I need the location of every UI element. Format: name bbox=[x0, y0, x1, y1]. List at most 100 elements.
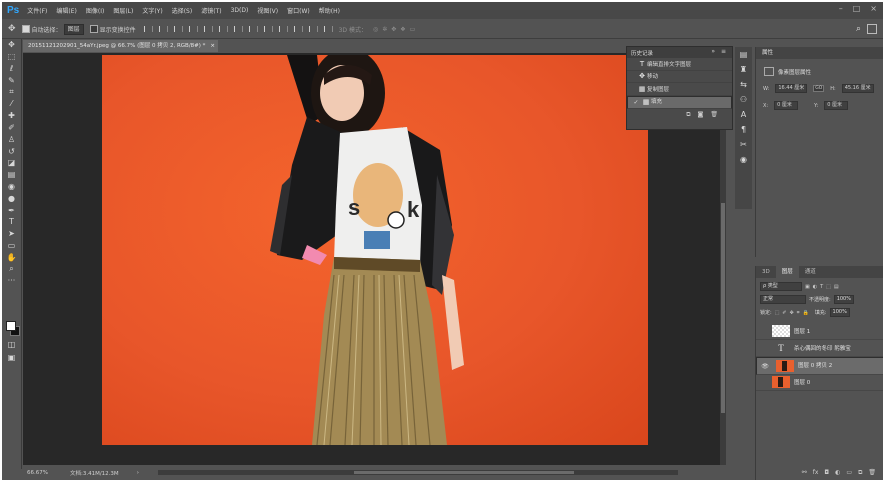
tab-channels[interactable]: 通道 bbox=[799, 266, 822, 278]
layer-row-selected[interactable]: 👁 图层 0 拷贝 2 bbox=[756, 357, 883, 375]
menu-type[interactable]: 文字(Y) bbox=[142, 6, 162, 15]
layer-filter-dropdown[interactable]: ρ 类型 bbox=[760, 282, 802, 291]
distribute-right-icon[interactable] bbox=[308, 26, 318, 32]
menu-layer[interactable]: 图层(L) bbox=[113, 6, 133, 15]
move-tool-icon[interactable]: ✥ bbox=[2, 39, 21, 51]
trash-icon[interactable]: 🗑 bbox=[710, 111, 718, 118]
align-top-icon[interactable] bbox=[143, 26, 153, 32]
layer-row[interactable]: T 杀心偶回的冬印 躬雅宝 bbox=[756, 340, 883, 357]
add-mask-icon[interactable]: ◘ bbox=[824, 469, 829, 476]
document-close-icon[interactable]: × bbox=[210, 40, 215, 52]
menu-select[interactable]: 选择(S) bbox=[172, 6, 193, 15]
width-field[interactable]: 16.44 厘米 bbox=[775, 84, 808, 93]
minimize-button[interactable]: – bbox=[839, 4, 843, 13]
history-brush-icon[interactable]: ↺ bbox=[2, 145, 21, 157]
layer-name[interactable]: 图层 0 拷贝 2 bbox=[798, 362, 832, 371]
history-item[interactable]: ✥ 移动 bbox=[627, 71, 732, 83]
new-group-icon[interactable]: ▭ bbox=[846, 469, 852, 476]
canvas-area[interactable]: s k bbox=[23, 53, 726, 465]
stamp-tool-icon[interactable]: ♙ bbox=[2, 133, 21, 145]
link-icon[interactable]: GO bbox=[813, 85, 825, 92]
align-left-icon[interactable] bbox=[188, 26, 198, 32]
paragraph-icon[interactable]: ¶ bbox=[735, 122, 752, 137]
auto-align-icon[interactable] bbox=[323, 26, 333, 32]
layer-row[interactable]: 图层 1 bbox=[756, 323, 883, 340]
align-bottom-icon[interactable] bbox=[173, 26, 183, 32]
tab-3d[interactable]: 3D bbox=[756, 266, 776, 278]
horizontal-scroll-thumb[interactable] bbox=[354, 471, 574, 474]
document-image[interactable]: s k bbox=[102, 55, 648, 445]
clone-source-icon[interactable]: ⚇ bbox=[735, 92, 752, 107]
auto-select-option[interactable]: 自动选择： 图层 bbox=[21, 23, 84, 35]
lock-icons[interactable]: ⬚✐✥⌗🔒 bbox=[775, 310, 812, 316]
distribute-top-icon[interactable] bbox=[233, 26, 243, 32]
fx-icon[interactable]: fx bbox=[813, 469, 819, 476]
search-icon[interactable]: ⌕ bbox=[856, 24, 861, 34]
menu-3d[interactable]: 3D(D) bbox=[231, 7, 249, 14]
adjustment-layer-icon[interactable]: ◐ bbox=[835, 469, 840, 476]
menu-file[interactable]: 文件(F) bbox=[27, 6, 47, 15]
vertical-scroll-thumb[interactable] bbox=[721, 203, 725, 413]
quick-mask-icon[interactable]: ◫ bbox=[2, 339, 21, 351]
dodge-tool-icon[interactable]: ● bbox=[2, 192, 21, 204]
show-transform-option[interactable]: 显示变换控件 bbox=[89, 25, 136, 34]
menu-window[interactable]: 窗口(W) bbox=[287, 6, 310, 15]
zoom-tool-icon[interactable]: ⌕ bbox=[2, 263, 21, 275]
align-hcenter-icon[interactable] bbox=[203, 26, 213, 32]
document-tab[interactable]: 201511212029​01_54aYr.jpeg @ 66.7% (图层 0… bbox=[23, 40, 218, 52]
distribute-bottom-icon[interactable] bbox=[263, 26, 273, 32]
align-right-icon[interactable] bbox=[218, 26, 228, 32]
eyedropper-tool-icon[interactable]: ⁄ bbox=[2, 98, 21, 110]
new-layer-icon[interactable]: ⧉ bbox=[858, 469, 862, 477]
link-layers-icon[interactable]: ⚯ bbox=[802, 469, 807, 476]
show-transform-checkbox[interactable] bbox=[89, 25, 98, 33]
move-tool-icon[interactable]: ✥ bbox=[8, 24, 16, 34]
more-tools-icon[interactable]: ··· bbox=[2, 275, 21, 287]
brush-tool-icon[interactable]: ✐ bbox=[2, 122, 21, 134]
adjustments-icon[interactable]: ⇆ bbox=[735, 77, 752, 92]
layer-name[interactable]: 图层 1 bbox=[794, 327, 810, 335]
history-item-selected[interactable]: ✓ ▦ 填充 bbox=[627, 95, 732, 109]
path-select-tool-icon[interactable]: ➤ bbox=[2, 228, 21, 240]
trash-icon[interactable]: 🗑 bbox=[868, 469, 876, 476]
screen-mode-icon[interactable]: ▣ bbox=[2, 352, 21, 364]
menu-image[interactable]: 图像(I) bbox=[86, 6, 104, 15]
blur-tool-icon[interactable]: ◉ bbox=[2, 181, 21, 193]
auto-select-dropdown[interactable]: 图层 bbox=[63, 23, 84, 35]
x-field[interactable]: 0 厘米 bbox=[774, 101, 799, 110]
history-item[interactable]: ▦ 复制图层 bbox=[627, 83, 732, 96]
status-menu-arrow[interactable]: › bbox=[137, 470, 139, 476]
crop-tool-icon[interactable]: ⌗ bbox=[2, 86, 21, 98]
history-panel-icon[interactable]: ▤ bbox=[735, 47, 752, 62]
y-field[interactable]: 0 厘米 bbox=[824, 101, 849, 110]
distribute-left-icon[interactable] bbox=[278, 26, 288, 32]
filter-icons[interactable]: ▣◐T⬚▤ bbox=[805, 284, 842, 290]
history-brush-marker-icon[interactable]: ✓ bbox=[631, 98, 641, 107]
menu-edit[interactable]: 编辑(E) bbox=[56, 6, 76, 15]
type-tool-icon[interactable]: T bbox=[2, 216, 21, 228]
panel-menu-icon[interactable]: » ≡ bbox=[711, 48, 728, 55]
layer-row[interactable]: 图层 0 bbox=[756, 374, 883, 391]
close-button[interactable]: × bbox=[870, 4, 877, 13]
workspace-icon[interactable] bbox=[867, 24, 877, 34]
blend-mode-dropdown[interactable]: 正常 bbox=[760, 295, 806, 304]
brush-presets-icon[interactable]: ♜ bbox=[735, 62, 752, 77]
hand-tool-icon[interactable]: ✋ bbox=[2, 251, 21, 263]
foreground-color-swatch[interactable] bbox=[6, 321, 16, 331]
distribute-hcenter-icon[interactable] bbox=[293, 26, 303, 32]
opacity-field[interactable]: 100% bbox=[833, 295, 854, 304]
layer-name[interactable]: 图层 0 bbox=[794, 378, 810, 386]
lasso-tool-icon[interactable]: ℓ bbox=[2, 63, 21, 75]
fill-field[interactable]: 100% bbox=[829, 308, 850, 317]
character-icon[interactable]: A bbox=[735, 107, 752, 122]
new-document-from-state-icon[interactable]: ⧉ bbox=[686, 111, 690, 119]
properties-tab[interactable]: 属性 bbox=[756, 47, 883, 59]
healing-tool-icon[interactable]: ✚ bbox=[2, 110, 21, 122]
maximize-button[interactable]: □ bbox=[853, 4, 861, 13]
horizontal-scrollbar[interactable] bbox=[158, 470, 678, 475]
distribute-vcenter-icon[interactable] bbox=[248, 26, 258, 32]
layer-name[interactable]: 杀心偶回的冬印 躬雅宝 bbox=[794, 344, 851, 352]
height-field[interactable]: 45.16 厘米 bbox=[841, 84, 874, 93]
gradient-tool-icon[interactable]: ▤ bbox=[2, 169, 21, 181]
align-vcenter-icon[interactable] bbox=[158, 26, 168, 32]
